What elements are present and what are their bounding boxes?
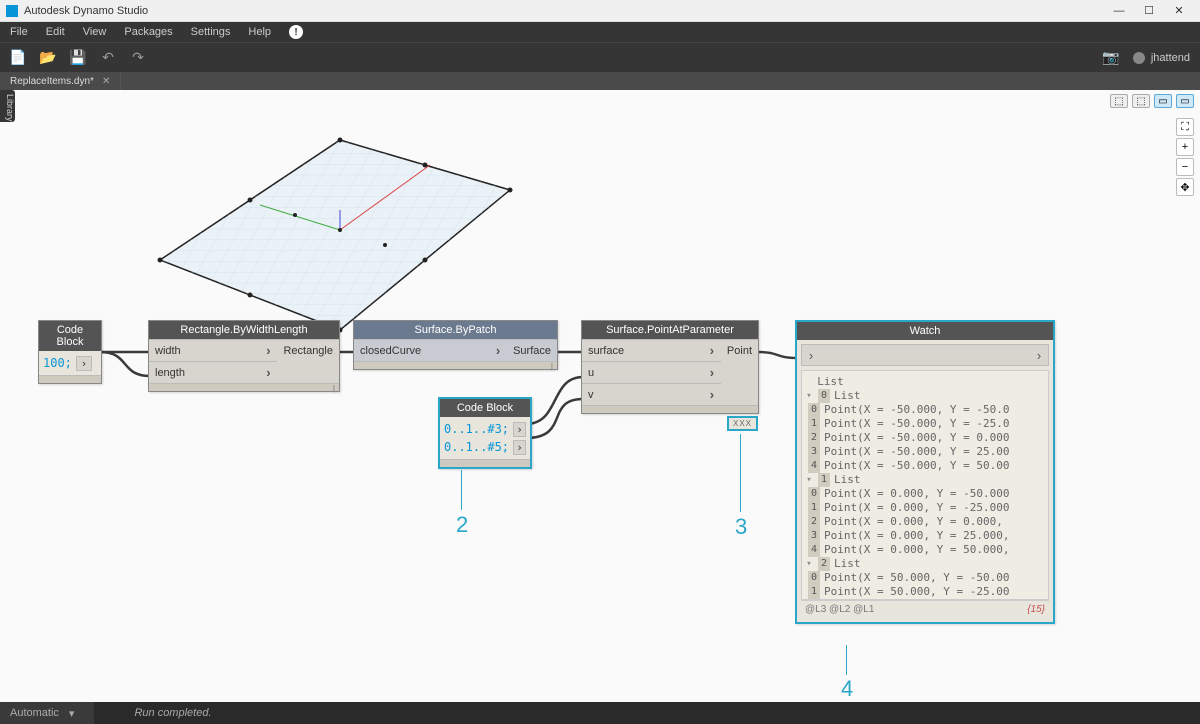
view-toggle-group: ⬚ ⬚ ▭ ▭ — [1110, 94, 1194, 108]
input-port-length[interactable]: length› — [149, 361, 277, 383]
undo-icon[interactable]: ↶ — [100, 50, 116, 66]
input-port-v[interactable]: v› — [582, 383, 721, 405]
watch-levels: @L3 @L2 @L1 — [805, 604, 874, 615]
output-port-1[interactable]: › — [513, 422, 526, 437]
node-watch[interactable]: Watch › › List▾0List 0Point(X = -50.000,… — [795, 320, 1055, 624]
maximize-button[interactable]: ☐ — [1134, 4, 1164, 17]
code-line-2[interactable]: 0..1..#5; — [444, 440, 509, 454]
code-text[interactable]: 100; — [43, 356, 72, 370]
view-graph-icon[interactable]: ▭ — [1154, 94, 1172, 108]
input-port-width[interactable]: width› — [149, 339, 277, 361]
viewport-controls: ⛶ + − ✥ — [1176, 118, 1194, 196]
view-both-icon[interactable]: ▭ — [1176, 94, 1194, 108]
save-file-icon[interactable]: 💾 — [70, 50, 86, 66]
annotation-4: 4 — [841, 676, 853, 702]
redo-icon[interactable]: ↷ — [130, 50, 146, 66]
watch-output-port[interactable]: › — [1030, 348, 1048, 363]
menu-packages[interactable]: Packages — [124, 26, 172, 38]
run-mode-dropdown[interactable]: Automatic ▾ — [0, 702, 94, 724]
watch-input-port[interactable]: › — [802, 348, 820, 363]
node-surface-bypatch[interactable]: Surface.ByPatch closedCurve› Surface | — [353, 320, 558, 370]
lacing-badge[interactable]: XXX — [727, 416, 758, 431]
node-header[interactable]: Surface.ByPatch — [354, 321, 557, 339]
geometry-preview — [140, 110, 530, 340]
user-menu[interactable]: jhattend — [1133, 52, 1190, 64]
node-header[interactable]: Rectangle.ByWidthLength — [149, 321, 339, 339]
run-status-message: Run completed. — [134, 707, 211, 719]
node-header[interactable]: Code Block — [440, 399, 530, 417]
chevron-down-icon: ▾ — [69, 707, 75, 720]
tabbar: ReplaceItems.dyn* ✕ — [0, 72, 1200, 90]
code-line-1[interactable]: 0..1..#3; — [444, 422, 509, 436]
zoom-in-icon[interactable]: + — [1176, 138, 1194, 156]
screenshot-icon[interactable]: 📷 — [1103, 50, 1119, 66]
titlebar: Autodesk Dynamo Studio — ☐ ✕ — [0, 0, 1200, 22]
output-port[interactable]: › — [76, 356, 92, 371]
library-panel-tab[interactable]: Library — [0, 90, 15, 122]
new-file-icon[interactable]: 📄 — [10, 50, 26, 66]
view-link-icon[interactable]: ⬚ — [1132, 94, 1150, 108]
input-port-u[interactable]: u› — [582, 361, 721, 383]
minimize-button[interactable]: — — [1104, 5, 1134, 17]
node-header[interactable]: Watch — [797, 322, 1053, 340]
annotation-line-2 — [461, 470, 462, 510]
menu-edit[interactable]: Edit — [46, 26, 65, 38]
watch-list[interactable]: List▾0List 0Point(X = -50.000, Y = -50.0… — [801, 370, 1049, 600]
tab-label: ReplaceItems.dyn* — [10, 76, 94, 87]
tab-close-icon[interactable]: ✕ — [102, 76, 110, 87]
app-title: Autodesk Dynamo Studio — [24, 5, 1104, 17]
canvas[interactable]: Library ⬚ ⬚ ▭ ▭ ⛶ + − ✥ — [0, 90, 1200, 702]
close-button[interactable]: ✕ — [1164, 4, 1194, 17]
fit-view-icon[interactable]: ⛶ — [1176, 118, 1194, 136]
zoom-out-icon[interactable]: − — [1176, 158, 1194, 176]
annotation-3: 3 — [735, 514, 747, 540]
annotation-line-3 — [740, 434, 741, 512]
node-surface-pointatparameter[interactable]: Surface.PointAtParameter surface› u› v› … — [581, 320, 759, 414]
output-port-rectangle[interactable]: Rectangle — [277, 339, 339, 361]
open-file-icon[interactable]: 📂 — [40, 50, 56, 66]
menu-settings[interactable]: Settings — [191, 26, 231, 38]
menubar: File Edit View Packages Settings Help ! — [0, 22, 1200, 42]
input-port-closedcurve[interactable]: closedCurve› — [354, 339, 507, 361]
menu-help[interactable]: Help — [248, 26, 271, 38]
output-port-2[interactable]: › — [513, 440, 526, 455]
annotation-2: 2 — [456, 512, 468, 538]
watch-count: {15} — [1027, 604, 1045, 615]
node-header[interactable]: Surface.PointAtParameter — [582, 321, 758, 339]
menu-view[interactable]: View — [83, 26, 107, 38]
pan-icon[interactable]: ✥ — [1176, 178, 1194, 196]
annotation-line-4 — [846, 645, 847, 675]
input-port-surface[interactable]: surface› — [582, 339, 721, 361]
node-rectangle-bywidthlength[interactable]: Rectangle.ByWidthLength width› length› R… — [148, 320, 340, 392]
node-header[interactable]: Code Block — [39, 321, 101, 351]
run-mode-label: Automatic — [10, 707, 59, 719]
username: jhattend — [1151, 52, 1190, 64]
menu-file[interactable]: File — [10, 26, 28, 38]
node-code-block-1[interactable]: Code Block 100; › — [38, 320, 102, 384]
toolbar: 📄 📂 💾 ↶ ↷ 📷 jhattend — [0, 42, 1200, 72]
view-3d-icon[interactable]: ⬚ — [1110, 94, 1128, 108]
output-port-surface[interactable]: Surface — [507, 339, 557, 361]
statusbar: Automatic ▾ Run completed. — [0, 702, 1200, 724]
avatar-icon — [1133, 52, 1145, 64]
info-icon[interactable]: ! — [289, 25, 303, 39]
app-logo — [6, 5, 18, 17]
output-port-point[interactable]: Point — [721, 339, 758, 361]
file-tab[interactable]: ReplaceItems.dyn* ✕ — [0, 72, 121, 90]
node-code-block-2[interactable]: Code Block 0..1..#3; › 0..1..#5; › — [438, 397, 532, 469]
